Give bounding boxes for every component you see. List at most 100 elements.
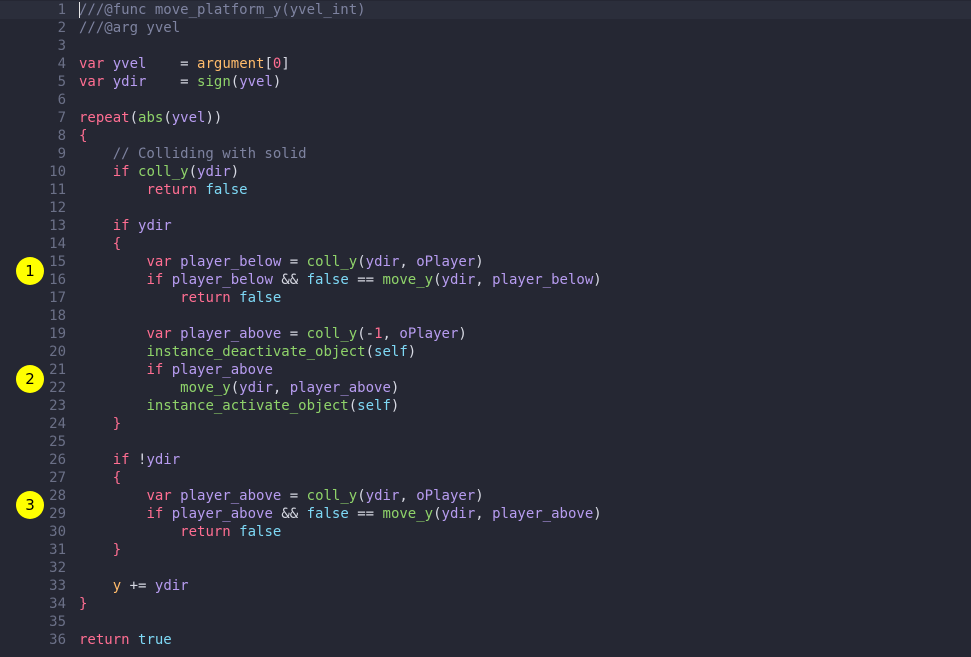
code-token: player_above <box>180 326 282 342</box>
code-text[interactable]: if player_above && false == move_y(ydir,… <box>79 505 601 523</box>
code-token: = <box>180 74 189 90</box>
code-line[interactable]: 9 // Colliding with solid <box>0 145 971 163</box>
text-cursor <box>79 2 80 18</box>
code-editor[interactable]: 1 ///@func move_platform_y(yvel_int) 2 ///@… <box>0 0 971 657</box>
code-token: player_above <box>492 506 594 522</box>
code-text[interactable]: if !ydir <box>79 451 180 469</box>
code-line[interactable]: 25 <box>0 433 971 451</box>
code-line[interactable]: 14 { <box>0 235 971 253</box>
code-token: = <box>289 326 299 342</box>
code-line[interactable]: 12 <box>0 199 971 217</box>
code-token: if <box>146 272 164 288</box>
code-line[interactable]: 32 <box>0 559 971 577</box>
code-line[interactable]: 17 return false <box>0 289 971 307</box>
code-line[interactable]: 36 return true <box>0 631 971 649</box>
code-line[interactable]: 35 <box>0 613 971 631</box>
code-token: yvel <box>239 74 273 90</box>
code-text[interactable]: ///@arg yvel <box>79 19 180 37</box>
code-text[interactable]: var player_above = coll_y(-1, oPlayer) <box>79 325 467 343</box>
code-line[interactable]: 10 if coll_y(ydir) <box>0 163 971 181</box>
code-text[interactable]: return false <box>79 181 248 199</box>
code-line[interactable]: 3 <box>0 37 971 55</box>
code-line[interactable]: 1 ///@func move_platform_y(yvel_int) <box>0 1 971 19</box>
code-line[interactable]: 21 if player_above <box>0 361 971 379</box>
code-token: false <box>306 506 349 522</box>
code-line[interactable]: 13 if ydir <box>0 217 971 235</box>
code-token: ) <box>458 326 467 342</box>
code-text[interactable]: move_y(ydir, player_above) <box>79 379 399 397</box>
code-text[interactable]: instance_deactivate_object(self) <box>79 343 416 361</box>
code-text[interactable]: if ydir <box>79 217 172 235</box>
code-text[interactable]: // Colliding with solid <box>79 145 307 163</box>
code-text[interactable]: var ydir = sign(yvel) <box>79 73 281 91</box>
code-token: } <box>112 416 122 432</box>
code-token: sign <box>197 74 231 90</box>
code-token: { <box>79 128 88 144</box>
line-number: 2 <box>57 20 66 36</box>
code-text[interactable]: var player_below = coll_y(ydir, oPlayer) <box>79 253 483 271</box>
line-number: 25 <box>49 434 66 450</box>
code-token: false <box>205 182 248 198</box>
code-token: instance_deactivate_object <box>146 344 366 360</box>
code-token: move_y <box>382 272 434 288</box>
code-text[interactable]: { <box>79 469 121 487</box>
code-line[interactable]: 26 if !ydir <box>0 451 971 469</box>
code-line[interactable]: 30 return false <box>0 523 971 541</box>
code-line[interactable]: 18 <box>0 307 971 325</box>
code-line[interactable]: 31 } <box>0 541 971 559</box>
code-text[interactable]: if player_above <box>79 361 272 379</box>
code-text[interactable]: } <box>79 415 121 433</box>
code-line[interactable]: 15 var player_below = coll_y(ydir, oPlay… <box>0 253 971 271</box>
code-line[interactable]: 24 } <box>0 415 971 433</box>
code-line[interactable]: 6 <box>0 91 971 109</box>
code-text[interactable]: if coll_y(ydir) <box>79 163 239 181</box>
code-line[interactable]: 34} <box>0 595 971 613</box>
line-number: 8 <box>57 128 66 144</box>
code-text[interactable]: if player_below && false == move_y(ydir,… <box>79 271 601 289</box>
code-text[interactable]: var player_above = coll_y(ydir, oPlayer) <box>79 487 483 505</box>
line-number: 14 <box>49 236 66 252</box>
code-token: coll_y <box>306 488 358 504</box>
code-text[interactable]: return false <box>79 289 281 307</box>
code-line[interactable]: 29 if player_above && false == move_y(yd… <box>0 505 971 523</box>
code-line[interactable]: 20 instance_deactivate_object(self) <box>0 343 971 361</box>
code-line[interactable]: 5 var ydir = sign(yvel) <box>0 73 971 91</box>
code-line[interactable]: 7 repeat(abs(yvel)) <box>0 109 971 127</box>
code-text[interactable]: } <box>79 541 121 559</box>
code-text[interactable]: y += ydir <box>79 577 189 595</box>
code-token: ydir <box>365 488 400 504</box>
code-token: ydir <box>197 164 231 180</box>
code-text[interactable]: } <box>79 595 87 613</box>
code-line[interactable]: 8{ <box>0 127 971 145</box>
code-line[interactable]: 11 return false <box>0 181 971 199</box>
code-line[interactable]: 22 move_y(ydir, player_above) <box>0 379 971 397</box>
code-line[interactable]: 23 instance_activate_object(self) <box>0 397 971 415</box>
code-text[interactable]: repeat(abs(yvel)) <box>79 109 222 127</box>
code-line[interactable]: 16 if player_below && false == move_y(yd… <box>0 271 971 289</box>
line-number: 4 <box>57 56 66 72</box>
code-text[interactable]: return false <box>79 523 281 541</box>
code-line[interactable]: 28 var player_above = coll_y(ydir, oPlay… <box>0 487 971 505</box>
code-text[interactable]: instance_activate_object(self) <box>79 397 399 415</box>
code-text[interactable]: { <box>79 235 121 253</box>
code-line[interactable]: 27 { <box>0 469 971 487</box>
code-token: coll_y <box>138 164 189 180</box>
code-line[interactable]: 19 var player_above = coll_y(-1, oPlayer… <box>0 325 971 343</box>
code-text[interactable]: var yvel = argument[0] <box>79 55 290 73</box>
code-line[interactable]: 33 y += ydir <box>0 577 971 595</box>
code-line[interactable]: 4 var yvel = argument[0] <box>0 55 971 73</box>
code-text[interactable]: { <box>79 127 87 145</box>
code-line[interactable]: 2 ///@arg yvel <box>0 19 971 37</box>
code-text[interactable]: return true <box>79 631 172 649</box>
code-text[interactable]: ///@func move_platform_y(yvel_int) <box>79 1 366 19</box>
